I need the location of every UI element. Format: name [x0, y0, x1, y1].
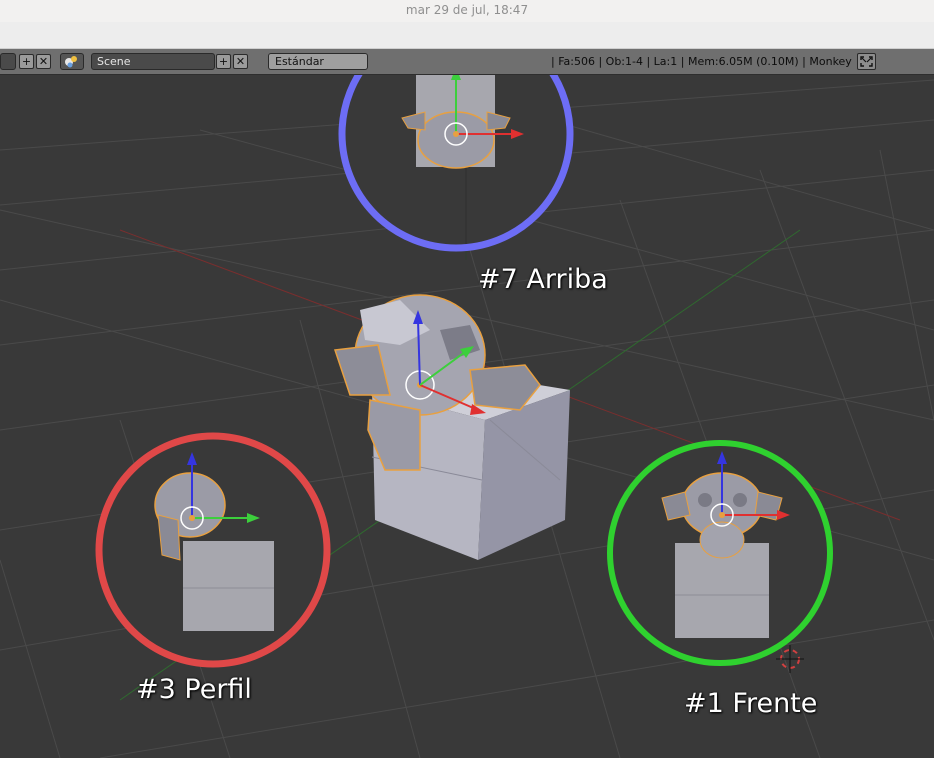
scene-icon: [65, 56, 77, 68]
top-view-inset: [338, 75, 574, 252]
close-icon: ✕: [38, 55, 49, 68]
scene-name-field[interactable]: Scene: [91, 53, 215, 70]
add-screen-button[interactable]: +: [19, 54, 34, 69]
render-engine-select[interactable]: Estándar: [268, 53, 368, 70]
3d-cursor-icon: [776, 645, 804, 673]
remove-screen-button[interactable]: ✕: [36, 54, 51, 69]
remove-scene-button[interactable]: ✕: [233, 54, 248, 69]
window-toolbar-strip: [0, 22, 934, 49]
front-view-inset: [607, 440, 833, 666]
clock: mar 29 de jul, 18:47: [405, 3, 529, 17]
screen-layout-field[interactable]: [0, 53, 16, 70]
fullscreen-icon: [860, 56, 873, 67]
scene-selector-button[interactable]: [60, 53, 84, 70]
add-icon: +: [21, 55, 32, 68]
front-view-label: #1 Frente: [684, 688, 818, 719]
info-header: + ✕ Scene + ✕ Estándar | Fa:506 | Ob:1-4…: [0, 49, 934, 75]
top-view-label: #7 Arriba: [478, 264, 608, 295]
side-view-inset: [95, 432, 331, 668]
add-scene-button[interactable]: +: [216, 54, 231, 69]
side-view-label: #3 Perfil: [136, 674, 252, 705]
3d-viewport[interactable]: [0, 75, 934, 758]
close-icon: ✕: [235, 55, 246, 68]
scene-statistics: | Fa:506 | Ob:1-4 | La:1 | Mem:6.05M (0.…: [551, 55, 852, 68]
add-icon: +: [218, 55, 229, 68]
fullscreen-button[interactable]: [857, 53, 876, 70]
system-top-bar: mar 29 de jul, 18:47: [0, 0, 934, 49]
